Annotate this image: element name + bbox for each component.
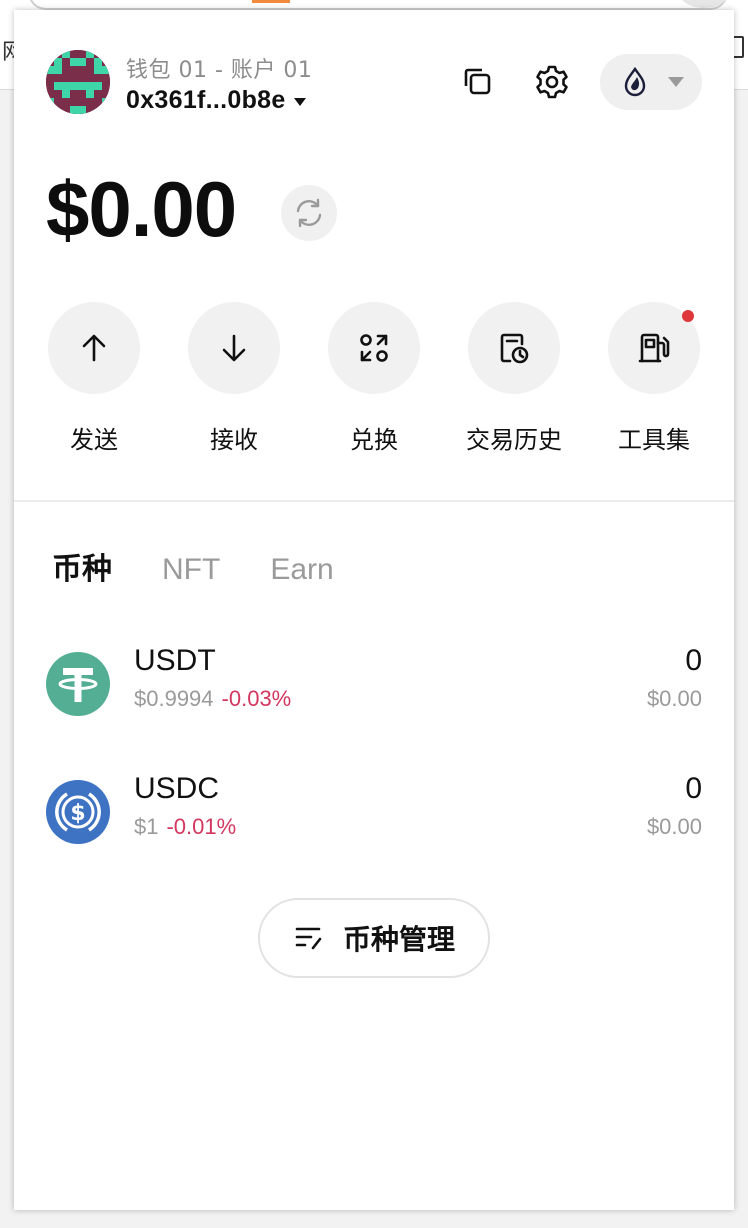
history-icon <box>500 333 529 364</box>
token-change: -0.01% <box>166 814 237 839</box>
address-selector[interactable]: 0x361f...0b8e <box>126 86 306 115</box>
wallet-address: 0x361f...0b8e <box>126 86 286 114</box>
action-label: 工具集 <box>618 426 690 454</box>
token-value: $0.00 <box>646 686 702 711</box>
receive-button[interactable] <box>188 302 280 394</box>
usdc-icon: $ <box>46 780 110 844</box>
token-change: -0.03% <box>221 686 292 711</box>
asset-tabs: 币种 NFT Earn <box>52 544 334 588</box>
total-balance: $0.00 <box>46 165 237 253</box>
manage-tokens-button[interactable]: 币种管理 <box>258 898 490 978</box>
action-label: 兑换 <box>350 426 398 454</box>
refresh-icon <box>296 198 322 228</box>
token-symbol: USDC <box>134 772 220 805</box>
tools-button[interactable] <box>608 302 700 394</box>
gas-station-icon <box>638 333 670 363</box>
browser-tab-indicator <box>252 0 290 3</box>
browser-address-bar <box>28 0 728 10</box>
action-label: 交易历史 <box>466 426 562 454</box>
network-selector[interactable] <box>600 54 702 110</box>
send-button[interactable] <box>48 302 140 394</box>
swap-button[interactable] <box>328 302 420 394</box>
action-receive[interactable]: 接收 <box>164 302 304 455</box>
action-history[interactable]: 交易历史 <box>444 302 584 455</box>
token-symbol: USDT <box>134 644 216 677</box>
token-price-line: $1 -0.01% <box>134 814 236 840</box>
token-price: $0.9994 <box>134 686 214 711</box>
token-price: $1 <box>134 814 159 839</box>
arrow-down-icon <box>222 334 246 362</box>
swap-icon <box>360 334 388 362</box>
token-price-line: $0.9994 -0.03% <box>134 686 291 712</box>
wallet-header: 钱包 01 - 账户 01 0x361f...0b8e <box>14 10 734 150</box>
sui-droplet-icon <box>624 66 646 97</box>
action-label: 接收 <box>210 426 258 454</box>
tab-nft[interactable]: NFT <box>162 553 220 587</box>
gear-icon[interactable] <box>532 62 572 102</box>
caret-down-icon <box>293 97 306 106</box>
token-value: $0.00 <box>646 814 702 839</box>
action-swap[interactable]: 兑换 <box>304 302 444 455</box>
usdt-icon <box>46 652 110 716</box>
refresh-button[interactable] <box>281 185 337 241</box>
tab-earn[interactable]: Earn <box>270 553 333 587</box>
copy-icon[interactable] <box>458 62 498 102</box>
action-label: 发送 <box>70 426 118 454</box>
wallet-popup: 钱包 01 - 账户 01 0x361f...0b8e $0.00 发送 接收 … <box>14 10 734 1210</box>
wallet-account-name: 钱包 01 - 账户 01 <box>126 58 313 83</box>
arrow-up-icon <box>82 334 106 362</box>
manage-list-icon <box>295 927 322 950</box>
section-divider <box>14 500 734 502</box>
quick-actions: 发送 接收 兑换 交易历史 工具集 <box>14 302 734 462</box>
token-amount: 0 <box>685 644 702 677</box>
notification-dot <box>682 310 694 322</box>
token-row-usdc[interactable]: $ USDC $1 -0.01% 0 $0.00 <box>14 770 734 866</box>
manage-tokens-label: 币种管理 <box>342 923 455 956</box>
action-send[interactable]: 发送 <box>24 302 164 455</box>
chevron-down-icon <box>668 77 684 87</box>
account-avatar[interactable] <box>46 50 110 114</box>
svg-text:$: $ <box>70 801 85 826</box>
history-button[interactable] <box>468 302 560 394</box>
token-amount: 0 <box>685 772 702 805</box>
identicon-icon <box>46 50 110 114</box>
action-tools[interactable]: 工具集 <box>584 302 724 455</box>
token-row-usdt[interactable]: USDT $0.9994 -0.03% 0 $0.00 <box>14 642 734 738</box>
tab-tokens[interactable]: 币种 <box>52 544 112 588</box>
